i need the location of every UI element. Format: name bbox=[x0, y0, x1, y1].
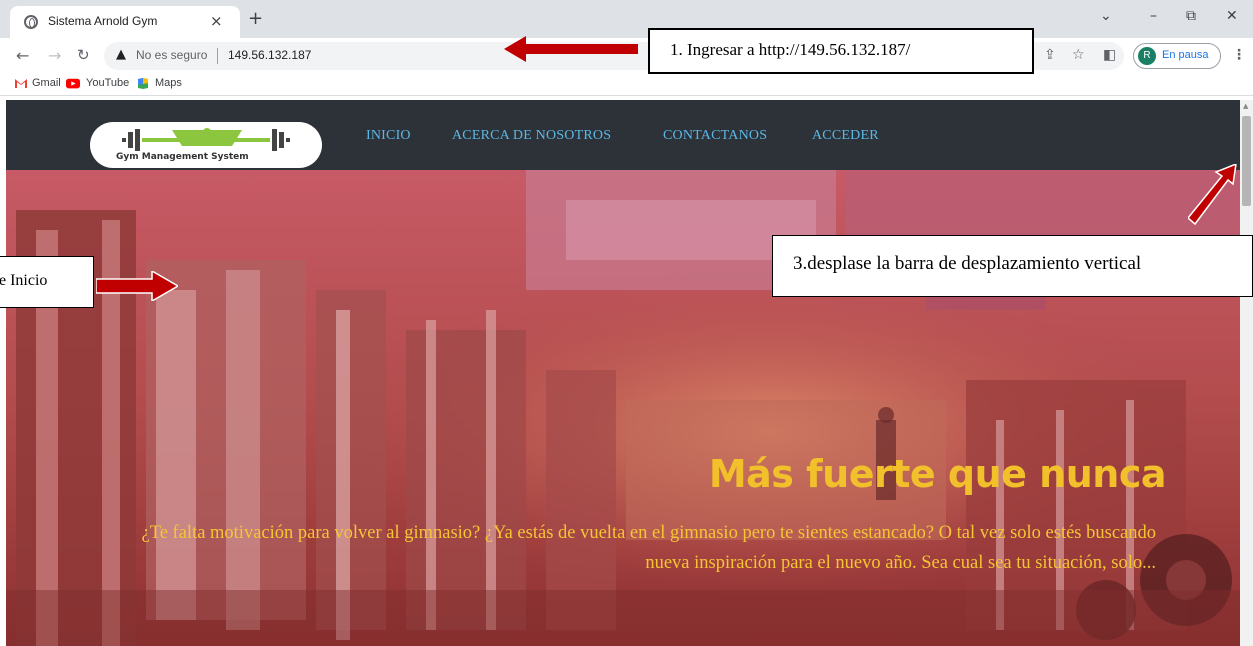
arrow-up-right-icon bbox=[1188, 164, 1237, 226]
bookmarks-bar: Gmail YouTube Maps bbox=[0, 74, 1253, 96]
dumbbell-icon bbox=[122, 128, 290, 151]
globe-icon bbox=[24, 15, 38, 29]
page-viewport: Gym Management System INICIO ACERCA DE N… bbox=[6, 100, 1240, 646]
more-menu-icon[interactable]: ⋮ bbox=[1232, 47, 1246, 63]
profile-button[interactable]: R En pausa bbox=[1133, 43, 1221, 69]
step-1-callout: 1. Ingresar a http://149.56.132.187/ bbox=[648, 28, 1034, 74]
security-label[interactable]: No es seguro bbox=[136, 48, 207, 62]
bookmark-youtube[interactable]: YouTube bbox=[86, 77, 129, 89]
arrow-left-icon bbox=[504, 36, 638, 62]
nav-link-acerca[interactable]: ACERCA DE NOSOTROS bbox=[452, 128, 611, 144]
step-3-callout: 3.desplase la barra de desplazamiento ve… bbox=[772, 235, 1253, 297]
minimize-button[interactable]: – bbox=[1150, 8, 1157, 24]
site-navbar: Gym Management System INICIO ACERCA DE N… bbox=[6, 100, 1240, 170]
scroll-up-icon[interactable]: ▲ bbox=[1243, 102, 1248, 110]
tab-title: Sistema Arnold Gym bbox=[48, 14, 158, 28]
gym-logo[interactable]: Gym Management System bbox=[90, 122, 322, 168]
share-icon[interactable]: ⇪ bbox=[1044, 47, 1056, 63]
vertical-scrollbar[interactable]: ▲ bbox=[1240, 100, 1253, 646]
step-2-callout: e Inicio bbox=[0, 256, 94, 308]
star-icon[interactable]: ☆ bbox=[1072, 47, 1085, 63]
gmail-icon bbox=[15, 79, 27, 88]
restore-button[interactable]: ⧉ bbox=[1186, 8, 1196, 24]
warning-icon[interactable]: ▲ bbox=[116, 47, 126, 62]
bookmark-gmail[interactable]: Gmail bbox=[32, 77, 61, 89]
hero-title: Más fuerte que nunca bbox=[708, 452, 1167, 496]
avatar: R bbox=[1138, 47, 1156, 65]
browser-tab[interactable]: Sistema Arnold Gym × bbox=[10, 6, 240, 38]
side-panel-icon[interactable]: ◧ bbox=[1103, 47, 1116, 63]
youtube-icon bbox=[66, 78, 80, 89]
logo-subtitle: Gym Management System bbox=[116, 152, 249, 162]
divider bbox=[217, 48, 218, 64]
bookmark-maps[interactable]: Maps bbox=[155, 77, 182, 89]
reload-icon[interactable]: ↻ bbox=[77, 46, 90, 64]
tab-strip: Sistema Arnold Gym × + ⌄ – ⧉ ✕ bbox=[0, 0, 1253, 38]
arrow-right-icon bbox=[96, 271, 178, 301]
new-tab-button[interactable]: + bbox=[248, 8, 263, 29]
nav-link-contactanos[interactable]: CONTACTANOS bbox=[663, 128, 767, 144]
nav-link-acceder[interactable]: ACCEDER bbox=[812, 128, 879, 144]
scroll-thumb[interactable] bbox=[1242, 116, 1251, 206]
tab-search-button[interactable]: ⌄ bbox=[1100, 8, 1112, 24]
close-window-button[interactable]: ✕ bbox=[1226, 8, 1238, 24]
forward-icon[interactable]: → bbox=[48, 46, 61, 65]
back-icon[interactable]: ← bbox=[16, 46, 29, 65]
url-text[interactable]: 149.56.132.187 bbox=[228, 48, 311, 62]
nav-link-inicio[interactable]: INICIO bbox=[366, 128, 411, 144]
maps-icon bbox=[138, 78, 148, 89]
profile-status: En pausa bbox=[1162, 49, 1209, 61]
hero-text: ¿Te falta motivación para volver al gimn… bbox=[141, 523, 1156, 573]
tab-close-button[interactable]: × bbox=[210, 12, 223, 30]
